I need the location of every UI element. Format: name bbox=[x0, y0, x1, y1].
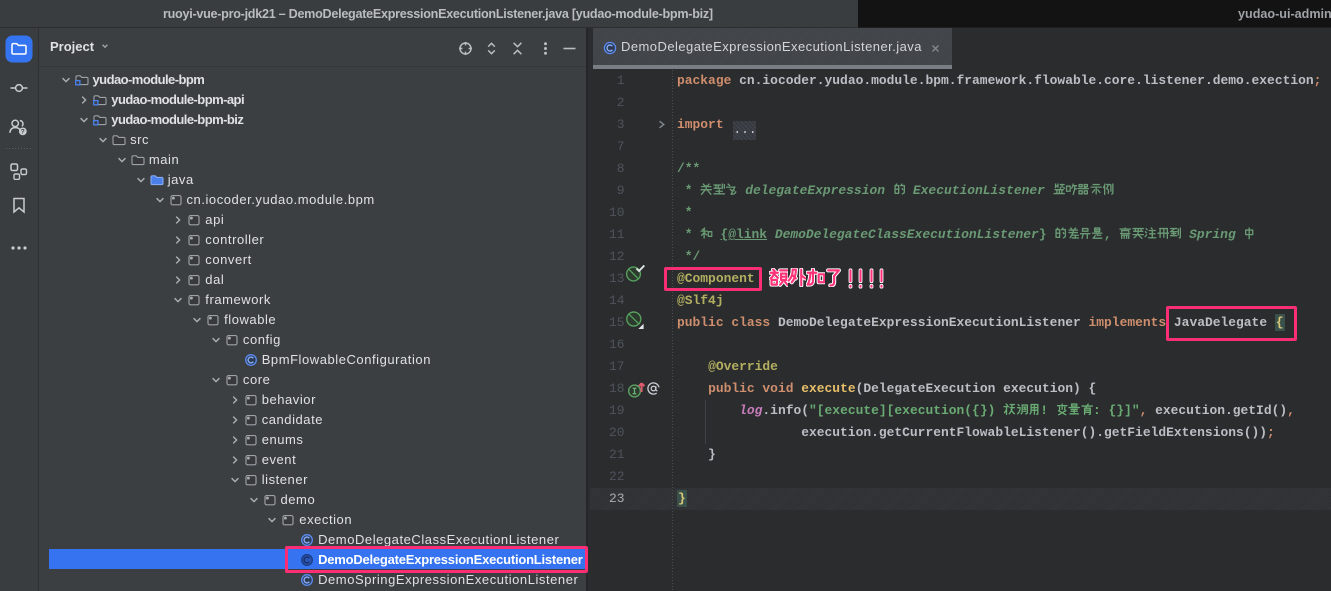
svg-text:?: ? bbox=[21, 129, 25, 136]
